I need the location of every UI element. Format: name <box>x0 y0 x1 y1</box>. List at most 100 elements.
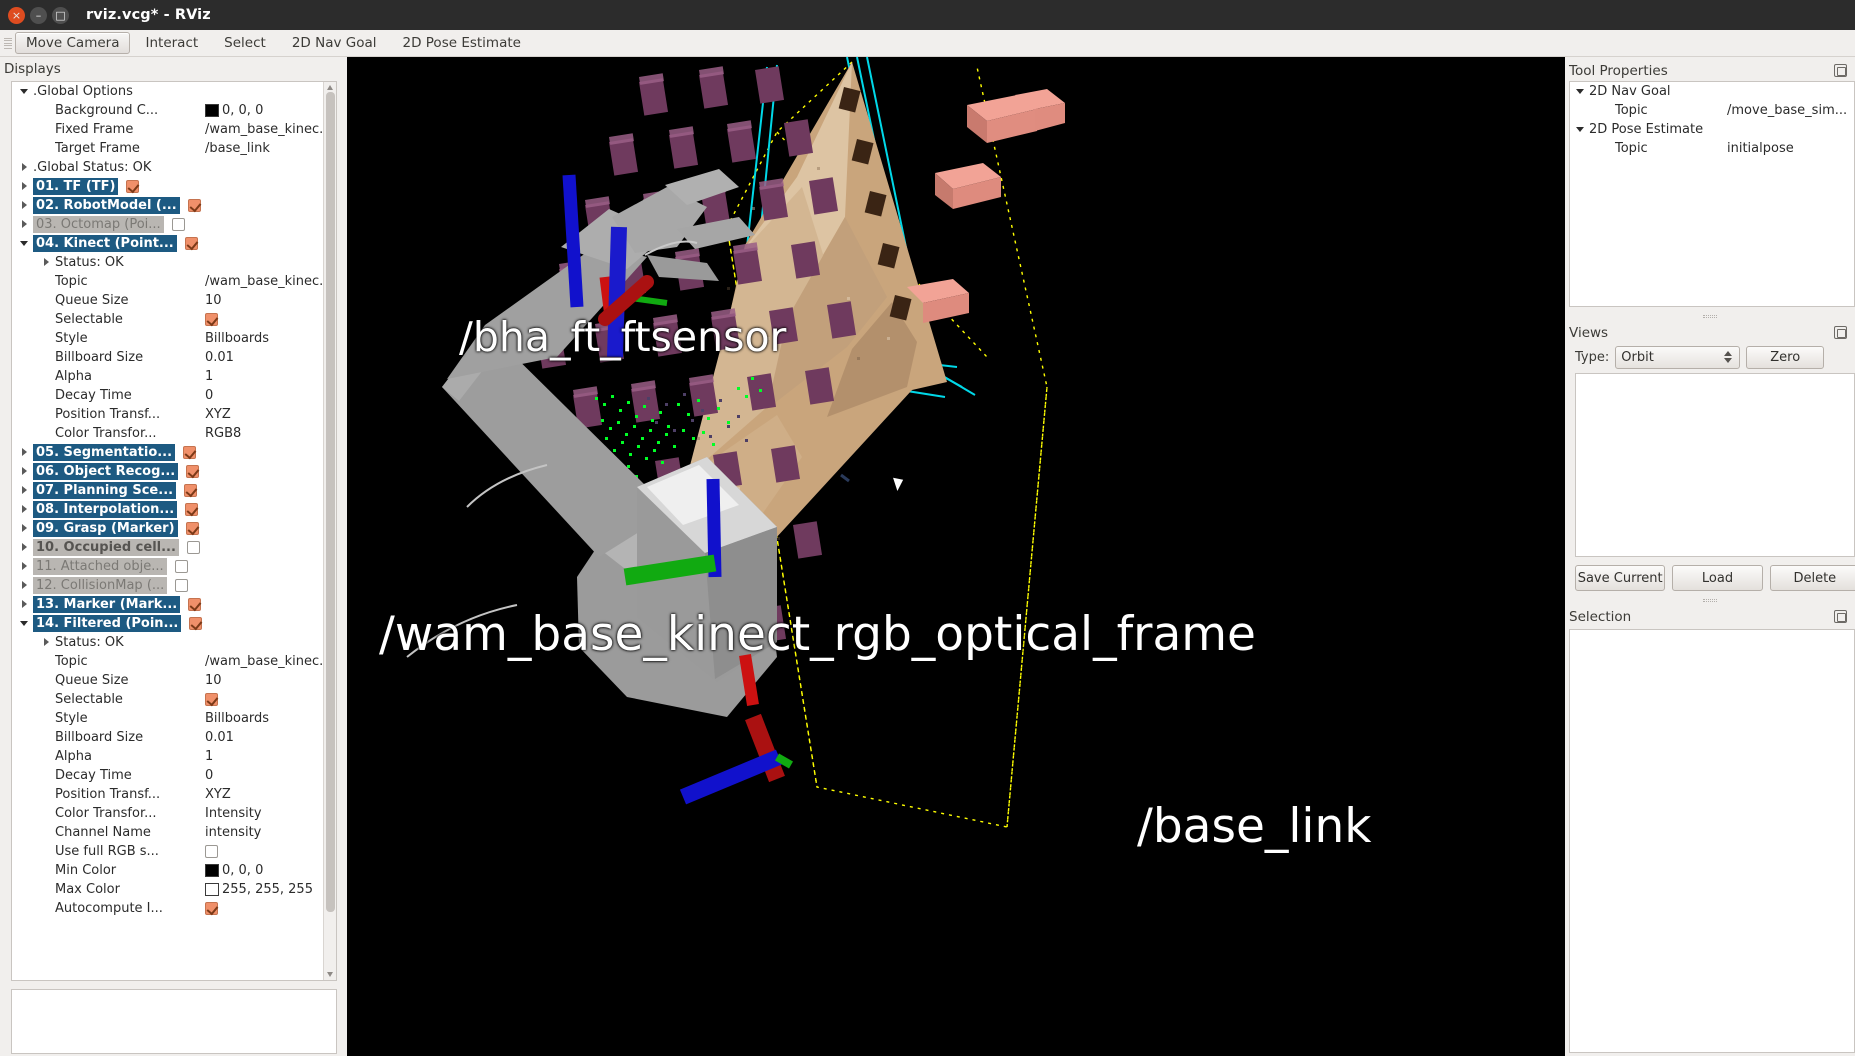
display-tree-row[interactable]: Position Transf... XYZ <box>12 405 323 424</box>
tree-expander-closed-icon[interactable] <box>20 220 29 229</box>
tree-expander-closed-icon[interactable] <box>42 638 51 647</box>
display-tree-row[interactable]: 02. RobotModel (... <box>12 196 323 215</box>
views-type-select[interactable]: Orbit <box>1615 345 1741 369</box>
tree-expander-closed-icon[interactable] <box>20 562 29 571</box>
close-icon[interactable]: × <box>8 6 25 24</box>
scroll-up-icon[interactable] <box>327 85 333 90</box>
color-swatch[interactable] <box>205 864 219 877</box>
tree-expander-closed-icon[interactable] <box>20 524 29 533</box>
display-row-value[interactable]: XYZ <box>205 407 323 422</box>
display-tree-row[interactable]: 14. Filtered (Poin... <box>12 614 323 633</box>
display-row-value[interactable] <box>174 560 188 573</box>
display-row-value[interactable]: 0.01 <box>205 730 323 745</box>
float-panel-icon[interactable] <box>1834 64 1847 77</box>
load-button[interactable]: Load <box>1672 565 1763 591</box>
tool-property-row[interactable]: 2D Pose Estimate <box>1570 120 1854 139</box>
checkbox-unchecked[interactable] <box>186 541 200 554</box>
display-tree-row[interactable]: 11. Attached obje... <box>12 557 323 576</box>
toolbar-drag-handle[interactable] <box>3 35 13 52</box>
displays-tree[interactable]: .Global Options Background C... 0, 0, 0 Fix… <box>11 81 337 981</box>
displays-scrollbar[interactable] <box>323 82 336 980</box>
display-tree-row[interactable]: Billboard Size 0.01 <box>12 348 323 367</box>
display-tree-row[interactable]: 04. Kinect (Point... <box>12 234 323 253</box>
display-row-value[interactable] <box>187 199 201 212</box>
checkbox-checked[interactable] <box>187 199 201 212</box>
checkbox-checked[interactable] <box>185 503 199 516</box>
display-row-value[interactable]: XYZ <box>205 787 323 802</box>
checkbox-checked[interactable] <box>189 617 203 630</box>
checkbox-checked[interactable] <box>205 693 218 706</box>
save-current-button[interactable]: Save Current <box>1575 565 1666 591</box>
display-tree-row[interactable]: Alpha 1 <box>12 747 323 766</box>
tree-expander-closed-icon[interactable] <box>42 258 51 267</box>
checkbox-unchecked[interactable] <box>174 560 188 573</box>
scroll-down-icon[interactable] <box>327 972 333 977</box>
display-row-value[interactable] <box>188 598 202 611</box>
float-panel-icon[interactable] <box>1834 326 1847 339</box>
checkbox-checked[interactable] <box>183 446 197 459</box>
checkbox-checked[interactable] <box>126 180 140 193</box>
toolbar-button-2d-pose-estimate[interactable]: 2D Pose Estimate <box>392 32 532 54</box>
display-row-value[interactable]: 10 <box>205 293 323 308</box>
display-row-value[interactable] <box>126 180 140 193</box>
display-row-value[interactable]: /base_link <box>205 141 323 156</box>
display-row-value[interactable]: 0, 0, 0 <box>205 863 323 878</box>
display-tree-row[interactable]: Target Frame/base_link <box>12 139 323 158</box>
display-row-value[interactable]: /wam_base_kinec... <box>205 654 332 669</box>
views-saved-list[interactable] <box>1575 373 1855 557</box>
display-tree-row[interactable]: Selectable <box>12 690 323 709</box>
display-tree-row[interactable]: Position Transf... XYZ <box>12 785 323 804</box>
tree-expander-open-icon[interactable] <box>20 239 29 248</box>
display-tree-row[interactable]: Topic/wam_base_kinec... <box>12 272 332 291</box>
checkbox-checked[interactable] <box>188 598 202 611</box>
color-swatch[interactable] <box>205 883 219 896</box>
display-tree-row[interactable]: Autocompute I... <box>12 899 323 918</box>
tree-expander-closed-icon[interactable] <box>20 600 29 609</box>
render-viewport-3d[interactable]: /bha_ft_ftsensor/wam_base_kinect_rgb_opt… <box>347 57 1565 1056</box>
tree-expander-closed-icon[interactable] <box>20 581 29 590</box>
tree-expander-open-icon[interactable] <box>20 619 29 628</box>
checkbox-unchecked[interactable] <box>171 218 185 231</box>
display-row-value[interactable]: Billboards <box>205 331 323 346</box>
display-tree-row[interactable]: Min Color 0, 0, 0 <box>12 861 323 880</box>
display-row-value[interactable]: Billboards <box>205 711 323 726</box>
display-tree-row[interactable]: .Global Status: OK <box>12 158 323 177</box>
tree-expander-closed-icon[interactable] <box>20 467 29 476</box>
display-row-value[interactable]: 0.01 <box>205 350 323 365</box>
zero-button[interactable]: Zero <box>1746 345 1825 369</box>
display-tree-row[interactable]: Max Color 255, 255, 255 <box>12 880 323 899</box>
maximize-icon[interactable]: □ <box>52 6 69 24</box>
display-tree-row[interactable]: Decay Time 0 <box>12 386 323 405</box>
display-row-value[interactable]: 0 <box>205 768 323 783</box>
tree-expander-closed-icon[interactable] <box>20 543 29 552</box>
display-row-value[interactable] <box>184 484 198 497</box>
display-tree-row[interactable]: 01. TF (TF) <box>12 177 323 196</box>
display-row-value[interactable] <box>171 218 185 231</box>
display-tree-row[interactable]: 12. CollisionMap (... <box>12 576 323 595</box>
display-row-value[interactable] <box>205 693 323 706</box>
display-row-value[interactable] <box>205 845 323 858</box>
display-row-value[interactable]: RGB8 <box>205 426 323 441</box>
checkbox-checked[interactable] <box>184 237 198 250</box>
tree-expander-closed-icon[interactable] <box>20 486 29 495</box>
checkbox-checked[interactable] <box>205 313 218 326</box>
display-row-value[interactable]: 10 <box>205 673 323 688</box>
display-tree-row[interactable]: 03. Octomap (Poi... <box>12 215 323 234</box>
display-tree-row[interactable]: Use full RGB s... <box>12 842 323 861</box>
display-row-value[interactable]: /wam_base_kinec... <box>205 122 332 137</box>
display-row-value[interactable] <box>189 617 203 630</box>
display-tree-row[interactable]: 08. Interpolation... <box>12 500 323 519</box>
display-tree-row[interactable]: 07. Planning Sce... <box>12 481 323 500</box>
checkbox-checked[interactable] <box>186 465 200 478</box>
display-tree-row[interactable]: Status: OK <box>12 633 323 652</box>
tool-property-row[interactable]: 2D Nav Goal <box>1570 82 1854 101</box>
display-tree-row[interactable]: Background C... 0, 0, 0 <box>12 101 323 120</box>
minimize-icon[interactable]: – <box>30 6 47 24</box>
float-panel-icon[interactable] <box>1834 610 1847 623</box>
display-tree-row[interactable]: Color Transfor... RGB8 <box>12 424 323 443</box>
display-tree-row[interactable]: 05. Segmentatio... <box>12 443 323 462</box>
display-row-value[interactable]: 1 <box>205 749 323 764</box>
display-tree-row[interactable]: 10. Occupied cell... <box>12 538 323 557</box>
display-tree-row[interactable]: Fixed Frame/wam_base_kinec... <box>12 120 332 139</box>
display-row-value[interactable] <box>185 522 199 535</box>
